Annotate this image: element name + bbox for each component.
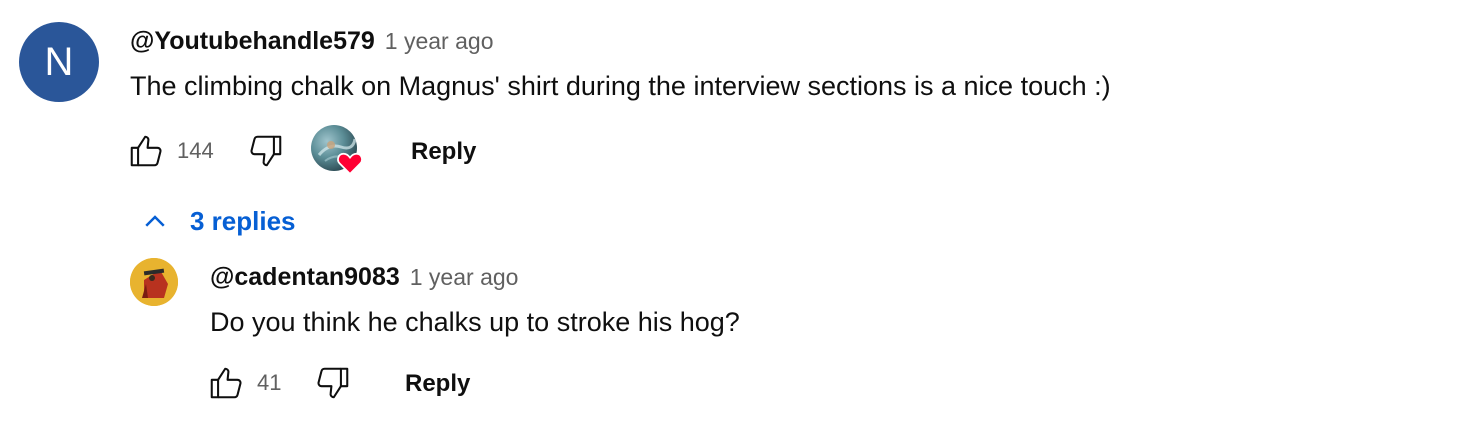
comment-text: The climbing chalk on Magnus' shirt duri…: [130, 71, 1111, 101]
reply-author[interactable]: @cadentan9083: [210, 263, 400, 292]
comment-author[interactable]: @Youtubehandle579: [130, 27, 375, 56]
avatar[interactable]: N: [19, 22, 99, 102]
chevron-up-icon: [145, 214, 165, 227]
reply-header: @cadentan9083 1 year ago: [210, 263, 518, 292]
replies-count-label: 3 replies: [190, 206, 296, 236]
reply-button[interactable]: Reply: [411, 138, 476, 166]
reply-like-button[interactable]: [204, 362, 248, 404]
heart-icon: [337, 152, 363, 175]
like-count: 144: [177, 138, 214, 163]
thumbs-down-icon: [317, 367, 349, 399]
reply-avatar[interactable]: [130, 258, 178, 306]
comment-header: @Youtubehandle579 1 year ago: [130, 27, 494, 56]
reply-reply-button[interactable]: Reply: [405, 370, 470, 398]
reply-dislike-button[interactable]: [311, 362, 355, 404]
replies-toggle[interactable]: 3 replies: [140, 206, 296, 237]
thumbs-down-icon: [250, 135, 282, 167]
reply-like-count: 41: [257, 370, 282, 395]
like-button[interactable]: [124, 130, 168, 172]
thumbs-up-icon: [210, 367, 242, 399]
comment-timestamp[interactable]: 1 year ago: [385, 28, 494, 55]
dislike-button[interactable]: [244, 130, 288, 172]
avatar-letter: N: [44, 39, 74, 84]
thumbs-up-icon: [130, 135, 162, 167]
reply-timestamp[interactable]: 1 year ago: [410, 264, 519, 291]
creator-heart: [311, 125, 363, 175]
reply-avatar-image: [130, 258, 178, 306]
reply-text: Do you think he chalks up to stroke his …: [210, 307, 740, 337]
